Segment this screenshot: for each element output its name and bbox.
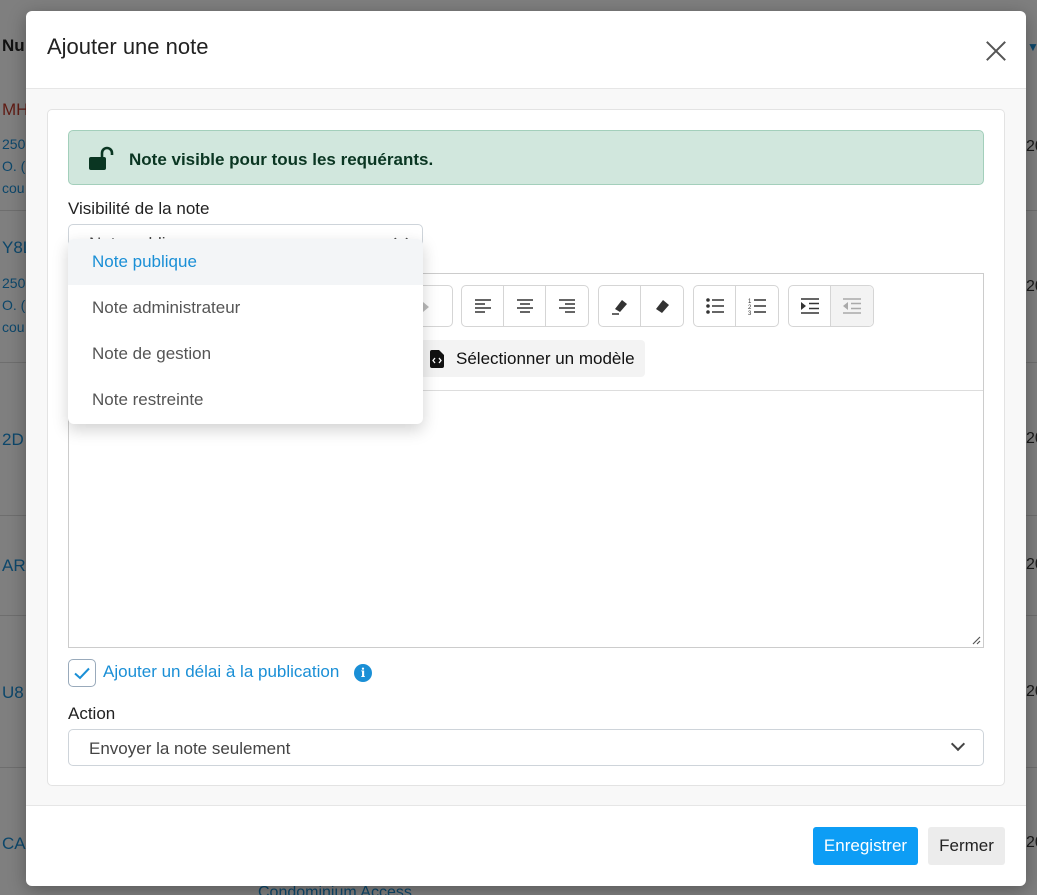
clear-format-button[interactable] xyxy=(599,286,641,326)
bullet-list-icon xyxy=(705,298,724,314)
align-group xyxy=(461,285,589,327)
action-select-value: Envoyer la note seulement xyxy=(89,739,291,758)
bullet-list-button[interactable] xyxy=(694,286,736,326)
clean-group xyxy=(598,285,684,327)
file-code-icon xyxy=(430,349,444,368)
indent-button[interactable] xyxy=(789,286,831,326)
outdent-button[interactable] xyxy=(831,286,873,326)
align-right-icon xyxy=(559,299,575,313)
numbered-list-icon: 123 xyxy=(748,299,766,315)
action-label: Action xyxy=(68,704,116,723)
note-form-card: Note visible pour tous les requérants. V… xyxy=(47,109,1005,786)
align-right-button[interactable] xyxy=(546,286,588,326)
modal-title: Ajouter une note xyxy=(47,34,209,59)
modal-footer: Enregistrer Fermer xyxy=(26,805,1026,886)
indent-group xyxy=(788,285,874,327)
visibility-dropdown-menu: Note publique Note administrateur Note d… xyxy=(68,239,423,424)
visibility-label: Visibilité de la note xyxy=(68,199,210,218)
eraser-icon xyxy=(611,300,627,315)
numbered-list-button[interactable]: 123 xyxy=(736,286,778,326)
chevron-down-icon xyxy=(950,736,966,752)
svg-text:3: 3 xyxy=(748,311,752,315)
close-button[interactable]: Fermer xyxy=(928,827,1005,865)
template-button-label: Sélectionner un modèle xyxy=(456,348,635,368)
select-template-button[interactable]: Sélectionner un modèle xyxy=(420,340,645,377)
delay-checkbox[interactable] xyxy=(68,659,96,687)
check-icon xyxy=(74,667,90,679)
modal-body: Note visible pour tous les requérants. V… xyxy=(26,89,1026,805)
align-left-icon xyxy=(474,299,491,313)
info-icon[interactable]: i xyxy=(354,664,372,682)
dropdown-option-management[interactable]: Note de gestion xyxy=(68,331,423,377)
save-button[interactable]: Enregistrer xyxy=(813,827,918,865)
dropdown-option-restricted[interactable]: Note restreinte xyxy=(68,377,423,423)
align-center-icon xyxy=(516,299,533,313)
alert-text: Note visible pour tous les requérants. xyxy=(129,150,434,169)
close-icon[interactable] xyxy=(984,38,1008,62)
align-left-button[interactable] xyxy=(462,286,504,326)
eraser-icon xyxy=(656,300,669,313)
modal-header: Ajouter une note xyxy=(26,11,1026,89)
action-select[interactable]: Envoyer la note seulement xyxy=(68,729,984,766)
list-group: 123 xyxy=(693,285,779,327)
align-center-button[interactable] xyxy=(504,286,546,326)
add-note-modal: Ajouter une note Note visible pour tous … xyxy=(26,11,1026,886)
visibility-alert: Note visible pour tous les requérants. xyxy=(68,130,984,185)
indent-icon xyxy=(800,298,819,314)
resize-handle-icon[interactable] xyxy=(971,635,981,645)
editor-content-area[interactable] xyxy=(69,392,983,647)
dropdown-option-public[interactable]: Note publique xyxy=(68,239,423,285)
remove-format-button[interactable] xyxy=(641,286,683,326)
outdent-icon xyxy=(843,298,861,314)
delay-checkbox-label[interactable]: Ajouter un délai à la publication xyxy=(103,662,339,682)
dropdown-option-admin[interactable]: Note administrateur xyxy=(68,285,423,331)
unlock-icon xyxy=(89,146,114,170)
